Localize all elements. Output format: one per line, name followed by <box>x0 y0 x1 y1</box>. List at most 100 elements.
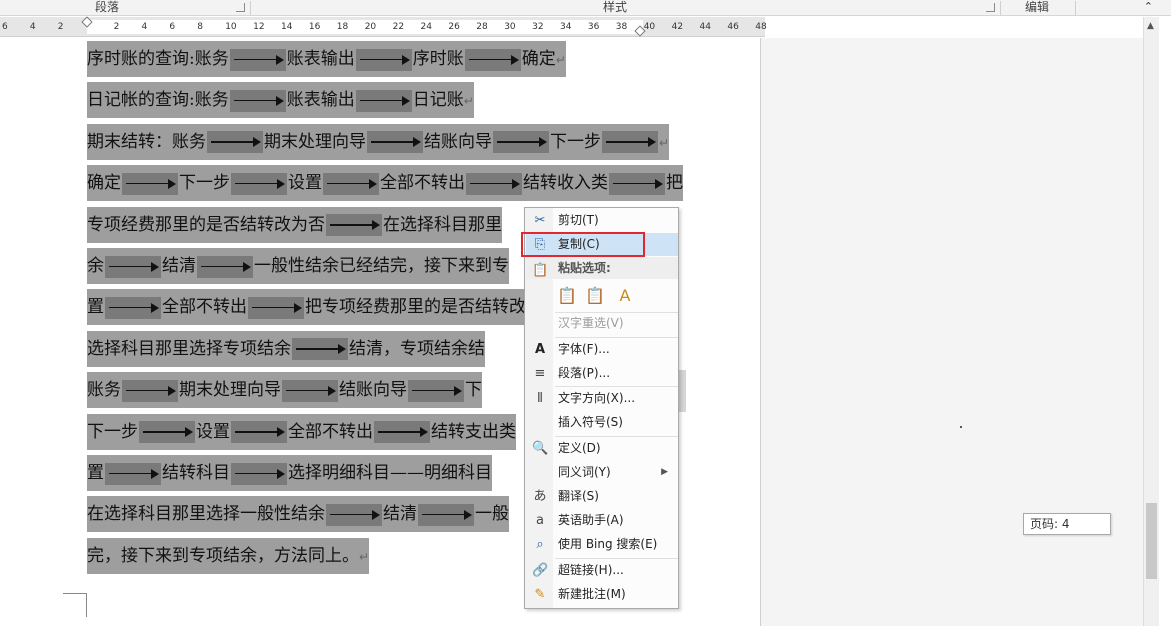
paste-text-only-icon[interactable]: A <box>613 284 637 308</box>
paste-merge-formatting-icon[interactable]: 📋 <box>583 284 607 308</box>
tab-arrow-icon <box>326 503 382 526</box>
document-line[interactable]: 期末结转：账务 期末处理向导 结账向导 下一步 ↵ <box>87 123 670 160</box>
menu-item-label: 定义(D) <box>558 441 601 455</box>
document-line[interactable]: 余 结清 一般性结余已经结完，接下来到专 <box>87 248 509 284</box>
menu-item-font[interactable]: A 字体(F)... <box>526 338 678 361</box>
document-text: 全部不转出 <box>380 173 465 194</box>
tab-arrow-icon <box>229 48 286 71</box>
paragraph-launcher-icon[interactable] <box>236 3 245 12</box>
horizontal-ruler[interactable]: 6 4 2 2 4 6 8 10 12 14 16 18 20 22 24 26 28 30 32 34 36 38 40 4… <box>0 16 767 37</box>
document-line[interactable]: 下一步 设置 全部不转出 结转支出类 <box>87 413 516 450</box>
tab-arrow-icon <box>231 172 287 195</box>
menu-item-bing-search[interactable]: ⌕ 使用 Bing 搜索(E) <box>526 533 678 556</box>
document-text: 账表输出 <box>286 49 355 69</box>
menu-item-label: 剪切(T) <box>558 213 599 227</box>
document-text: 日记帐的查询:账务 <box>87 90 229 111</box>
ribbon-group-paragraph: 段落 <box>95 0 120 14</box>
document-text: 在选择科目那里 <box>383 214 502 235</box>
menu-item-synonyms[interactable]: 同义词(Y) ▶ <box>526 461 678 484</box>
ruler-tick-label: 46 <box>727 22 739 32</box>
ruler-tick-label: 2 <box>113 22 120 32</box>
tab-arrow-icon <box>122 379 178 402</box>
document-text: 期末处理向导 <box>179 380 281 401</box>
menu-item-paragraph[interactable]: ≡ 段落(P)... <box>526 362 678 385</box>
menu-item-cut[interactable]: ✂ 剪切(T) <box>526 209 678 232</box>
document-line[interactable]: 日记帐的查询:账务 账表输出 日记账↵ <box>87 82 474 119</box>
tab-arrow-icon <box>408 379 464 402</box>
document-line[interactable]: 账务 期末处理向导 结账向导 下 <box>87 372 482 409</box>
document-text: 结清，专项结余结 <box>349 338 485 359</box>
menu-item-label: 段落(P)... <box>558 366 611 380</box>
document-text: 全部不转出 <box>288 421 373 442</box>
ruler-tick-label: 18 <box>336 22 349 32</box>
tab-arrow-icon <box>355 89 412 112</box>
ruler-tick-label: 6 <box>2 22 8 32</box>
menu-item-new-comment[interactable]: ✎ 新建批注(M) <box>526 583 678 606</box>
scrollbar-thumb[interactable] <box>1146 503 1157 579</box>
document-text: 设置 <box>196 421 230 442</box>
ruler-tick-label: 4 <box>29 22 36 32</box>
ribbon-separator <box>250 1 251 15</box>
menu-item-label: 同义词(Y) <box>558 465 611 479</box>
tab-arrow-icon <box>493 131 549 154</box>
menu-item-english-assistant[interactable]: a 英语助手(A) <box>526 509 678 532</box>
document-text: 下一步 <box>179 173 230 194</box>
document-text: 一般性结余已经结完，接下来到专 <box>254 256 509 276</box>
ribbon-group-styles: 样式 <box>603 0 628 14</box>
ruler-tick-label: 24 <box>420 22 432 32</box>
document-line[interactable]: 专项经费那里的是否结转改为否 在选择科目那里 <box>87 206 502 243</box>
ruler-tick-label: 36 <box>587 22 600 32</box>
submenu-arrow-icon: ▶ <box>661 467 668 477</box>
document-text: 序时账 <box>412 49 464 69</box>
document-line[interactable]: 在选择科目那里选择一般性结余 结清 一般 <box>87 496 509 533</box>
document-line[interactable]: 选择科目那里选择专项结余 结清，专项结余结 <box>87 330 485 367</box>
ruler-tick-label: 26 <box>448 22 460 32</box>
menu-item-label: 插入符号(S) <box>558 415 623 429</box>
menu-item-label: 翻译(S) <box>558 489 599 503</box>
menu-item-hyperlink[interactable]: 🔗 超链接(H)... <box>526 559 678 582</box>
tab-arrow-icon <box>207 131 263 154</box>
ruler-tick-label: 44 <box>699 22 711 32</box>
paste-options-label: 粘贴选项: <box>558 261 611 275</box>
english-assistant-icon: a <box>536 513 544 528</box>
clipboard-icon: 📋 <box>532 263 549 278</box>
chevron-up-icon[interactable]: ⌃ <box>1144 0 1153 13</box>
document-text: 结账向导 <box>424 131 492 152</box>
scroll-up-icon[interactable]: ▲ <box>1147 21 1154 31</box>
tab-arrow-icon <box>367 131 423 154</box>
document-text: 结清 <box>162 256 196 276</box>
document-line[interactable]: 置 全部不转出 把专项经费那里的是否结转改 <box>87 289 526 326</box>
menu-item-insert-symbol[interactable]: 插入符号(S) <box>526 411 678 434</box>
tab-arrow-icon <box>231 462 287 485</box>
menu-item-label: 文字方向(X)... <box>558 391 636 405</box>
tab-arrow-icon <box>229 89 286 112</box>
menu-item-translate[interactable]: あ 翻译(S) <box>526 485 678 508</box>
document-text: 选择明细科目——明细科目 <box>288 463 492 483</box>
menu-item-label: 新建批注(M) <box>558 587 626 601</box>
tab-arrow-icon <box>326 214 382 237</box>
document-line[interactable]: 序时账的查询:账务 账表输出 序时账 确定↵ <box>87 41 566 77</box>
ribbon-group-editing: 编辑 <box>1025 0 1050 14</box>
document-line[interactable]: 完，接下来到专项结余，方法同上。↵ <box>87 537 370 574</box>
dot-mark <box>960 426 962 428</box>
styles-launcher-icon[interactable] <box>986 3 995 12</box>
ruler-tick-label: 14 <box>281 22 293 32</box>
document-text: 序时账的查询:账务 <box>87 49 229 69</box>
ruler-tick-label: 34 <box>560 22 572 32</box>
document-text: 结账向导 <box>339 380 407 401</box>
paste-keep-formatting-icon[interactable]: 📋 <box>555 284 579 308</box>
side-pane <box>760 38 1143 626</box>
document-text: 置 <box>87 463 104 483</box>
tab-arrow-icon <box>418 503 474 526</box>
font-icon: A <box>534 342 546 357</box>
tab-arrow-icon <box>355 48 412 71</box>
tab-arrow-icon <box>466 172 522 195</box>
menu-item-define[interactable]: 🔍 定义(D) <box>526 437 678 460</box>
menu-item-text-direction[interactable]: ⫴ 文字方向(X)... <box>526 387 678 410</box>
document-line[interactable]: 置 结转科目 选择明细科目——明细科目 <box>87 455 492 491</box>
paste-options-header: 📋 粘贴选项: <box>526 257 678 279</box>
vertical-scrollbar[interactable]: ▲ <box>1143 17 1159 626</box>
page-corner-mark <box>63 593 87 617</box>
ruler-tick-label: 20 <box>364 22 377 32</box>
document-line[interactable]: 确定 下一步 设置 全部不转出 结转收入类 把 <box>87 165 683 202</box>
